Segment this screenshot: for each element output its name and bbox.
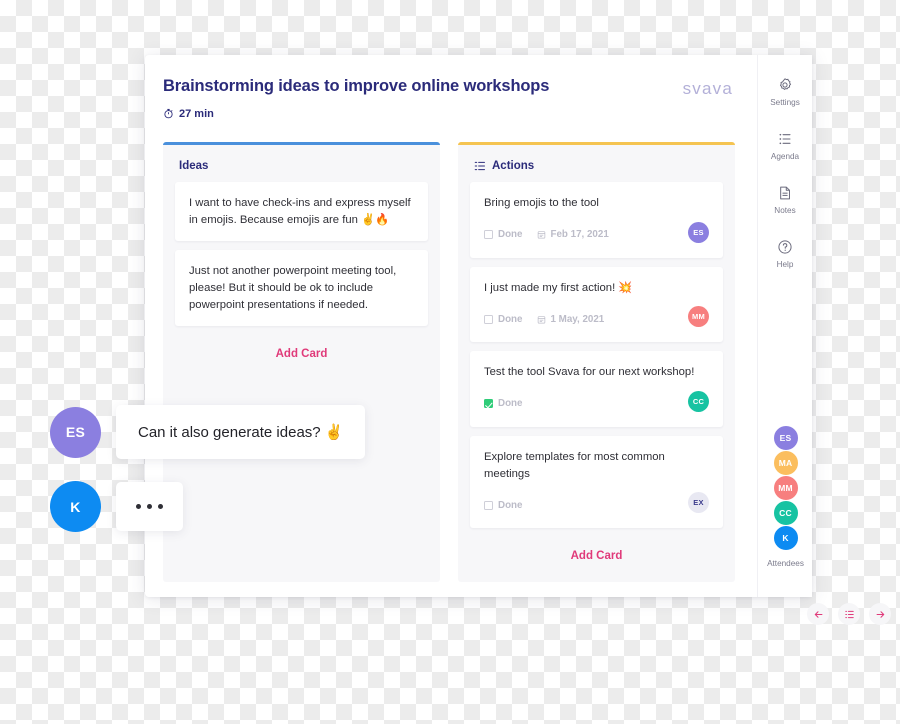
action-card-meta: Done EX [484, 492, 709, 515]
done-toggle[interactable]: Done [484, 500, 523, 511]
done-toggle[interactable]: Done [484, 314, 523, 325]
due-date[interactable]: 1 May, 2021 [537, 313, 605, 325]
avatar[interactable]: K [50, 481, 101, 532]
overview-button[interactable] [838, 603, 860, 625]
add-card-button-actions[interactable]: Add Card [470, 537, 723, 568]
chat-bubble: Can it also generate ideas? ✌️ [116, 405, 366, 459]
attendees-list: ES MA MM CC K Attendees [758, 425, 813, 568]
previous-button[interactable] [807, 603, 829, 625]
calendar-icon [537, 230, 546, 239]
avatar[interactable]: MA [772, 450, 799, 476]
list-icon [844, 609, 855, 620]
sidebar-item-help[interactable]: Help [758, 239, 812, 269]
chat-message: ES Can it also generate ideas? ✌️ [50, 405, 366, 459]
avatar[interactable]: ES [772, 425, 799, 451]
avatar[interactable]: CC [772, 500, 799, 526]
action-card-text: Explore templates for most common meetin… [484, 450, 665, 480]
avatar[interactable]: EX [688, 492, 709, 514]
action-card[interactable]: Explore templates for most common meetin… [470, 435, 723, 529]
typing-indicator [116, 482, 183, 531]
typing-dot [147, 504, 152, 509]
sidebar-item-label: Notes [774, 206, 796, 215]
right-sidebar: Settings Agenda Notes Help ES MA MM CC K… [757, 55, 812, 597]
gear-icon [777, 77, 793, 93]
sidebar-item-notes[interactable]: Notes [758, 185, 812, 215]
idea-card-text: I want to have check-ins and express mys… [189, 196, 411, 226]
due-date[interactable]: Feb 17, 2021 [537, 229, 609, 240]
action-card[interactable]: Test the tool Svava for our next worksho… [470, 351, 723, 427]
done-toggle[interactable]: Done [484, 229, 523, 240]
done-label: Done [498, 499, 523, 511]
ordered-list-icon [474, 160, 486, 172]
avatar[interactable]: MM [772, 475, 799, 501]
checkbox-icon[interactable] [484, 500, 493, 510]
calendar-icon [537, 315, 546, 324]
done-label: Done [498, 398, 523, 410]
done-label: Done [498, 229, 523, 241]
board-navigation [807, 603, 891, 625]
avatar[interactable]: K [772, 525, 799, 551]
sidebar-item-label: Agenda [770, 152, 800, 161]
action-card[interactable]: Bring emojis to the tool Done Feb 17, 20… [470, 181, 723, 258]
column-title-actions: Actions [492, 159, 535, 172]
action-card-meta: Done 1 May, 2021 MM [484, 306, 709, 329]
column-title-ideas: Ideas [179, 159, 209, 172]
question-circle-icon [777, 239, 793, 255]
due-date-label: 1 May, 2021 [550, 313, 605, 325]
checkbox-icon[interactable] [484, 230, 493, 240]
sidebar-item-label: Settings [770, 98, 800, 107]
column-header-ideas: Ideas [175, 157, 428, 182]
list-icon [777, 131, 793, 147]
checkbox-icon[interactable] [484, 314, 493, 324]
brand-logo: svava [682, 79, 733, 98]
action-card[interactable]: I just made my first action! 💥 Done 1 Ma… [470, 266, 723, 343]
avatar[interactable]: CC [688, 390, 709, 412]
due-date-label: Feb 17, 2021 [550, 229, 609, 241]
typing-dot [136, 504, 141, 509]
arrow-right-icon [875, 609, 886, 620]
arrow-left-icon [813, 609, 824, 620]
action-card-text: I just made my first action! 💥 [484, 281, 633, 294]
sidebar-item-label: Help [776, 260, 794, 269]
action-card-meta: Done Feb 17, 2021 ES [484, 221, 709, 245]
add-card-button-ideas[interactable]: Add Card [175, 335, 428, 366]
sidebar-item-settings[interactable]: Settings [758, 77, 812, 107]
checkbox-icon[interactable] [484, 399, 493, 409]
idea-card-text: Just not another powerpoint meeting tool… [189, 265, 397, 311]
document-icon [777, 185, 793, 201]
done-label: Done [498, 313, 523, 325]
column-actions: Actions Bring emojis to the tool Done Fe… [458, 141, 735, 583]
typing-dot [158, 504, 163, 509]
meeting-timer-label: 27 min [179, 107, 214, 120]
next-button[interactable] [869, 603, 891, 625]
action-card-text: Bring emojis to the tool [484, 196, 599, 209]
page-title: Brainstorming ideas to improve online wo… [163, 77, 550, 95]
stopwatch-icon [163, 108, 174, 119]
chat-message-typing: K [50, 481, 365, 532]
action-card-text: Test the tool Svava for our next worksho… [484, 366, 695, 379]
avatar[interactable]: MM [688, 306, 709, 328]
avatar[interactable]: ES [688, 221, 709, 243]
meeting-timer: 27 min [163, 108, 735, 120]
chat-overlay: ES Can it also generate ideas? ✌️ K [50, 405, 366, 554]
done-toggle[interactable]: Done [484, 398, 523, 409]
action-card-meta: Done CC [484, 390, 709, 414]
idea-card[interactable]: I want to have check-ins and express mys… [175, 181, 428, 242]
column-header-actions: Actions [470, 157, 723, 182]
idea-card[interactable]: Just not another powerpoint meeting tool… [175, 250, 428, 327]
sidebar-item-agenda[interactable]: Agenda [758, 131, 812, 161]
avatar[interactable]: ES [50, 406, 101, 458]
attendees-label: Attendees [767, 559, 804, 568]
